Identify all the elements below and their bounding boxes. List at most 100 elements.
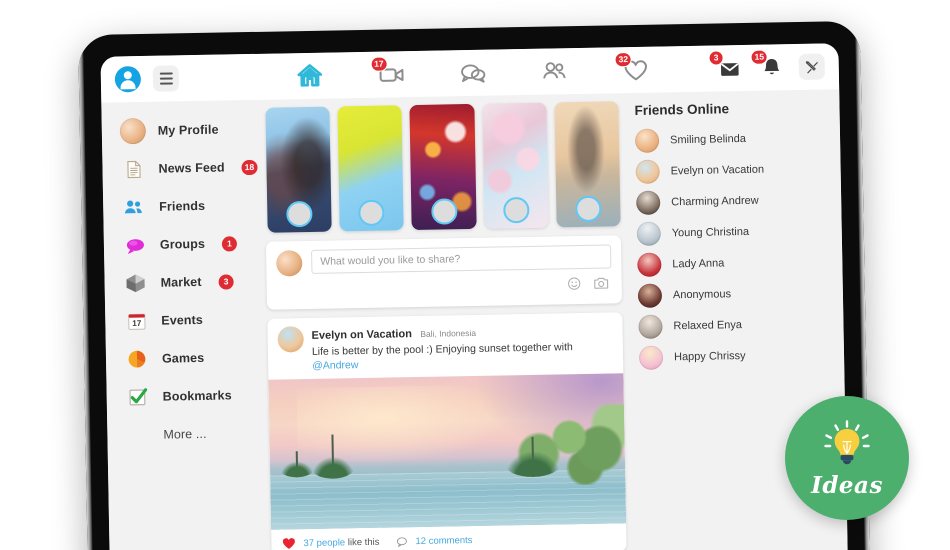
nav-messages-button[interactable] xyxy=(458,58,489,89)
friend-list-item[interactable]: Lady Anna xyxy=(637,245,843,280)
sidebar-item-label: Bookmarks xyxy=(162,388,232,404)
likes-suffix: like this xyxy=(347,536,380,549)
post-text: Life is better by the pool :) Enjoying s… xyxy=(311,341,573,358)
nav-friends-button[interactable] xyxy=(539,56,570,87)
video-badge: 17 xyxy=(370,56,388,72)
story-card[interactable] xyxy=(554,101,621,228)
stories-row xyxy=(263,101,621,233)
sidebar-item-more[interactable]: More ... xyxy=(111,414,270,455)
likes-count: 37 xyxy=(303,537,315,549)
sidebar-item-groups[interactable]: Groups 1 xyxy=(108,224,267,265)
chat-bubbles-icon xyxy=(458,58,489,89)
friend-name: Evelyn on Vacation xyxy=(670,163,765,177)
mail-button[interactable]: 3 xyxy=(708,50,746,84)
friend-list-item[interactable]: Charming Andrew xyxy=(636,183,842,218)
sidebar-item-label: Friends xyxy=(159,198,206,214)
friend-name: Young Christina xyxy=(671,225,750,239)
friends-online-title: Friends Online xyxy=(634,101,730,118)
friend-list-item[interactable]: Anonymous xyxy=(637,276,844,311)
friend-list-item[interactable]: Happy Chrissy xyxy=(638,338,845,373)
sidebar-item-market[interactable]: Market 3 xyxy=(108,262,267,303)
more-spacer xyxy=(125,422,151,448)
nav-home-button[interactable] xyxy=(295,61,326,92)
sidebar-item-label: More ... xyxy=(163,426,207,442)
avatar xyxy=(635,159,660,184)
avatar xyxy=(638,345,664,370)
people-blue-icon xyxy=(121,194,147,220)
avatar xyxy=(634,128,660,153)
sidebar-item-friends[interactable]: Friends xyxy=(107,186,266,227)
sidebar-item-games[interactable]: Games xyxy=(110,338,269,379)
friend-list-item[interactable]: Young Christina xyxy=(636,214,843,249)
sidebar-item-bookmarks[interactable]: Bookmarks xyxy=(110,376,269,417)
hamburger-menu-icon[interactable] xyxy=(152,65,180,92)
avatar xyxy=(637,283,663,308)
speech-bubble-icon xyxy=(122,232,148,258)
sidebar-badge-news-feed: 18 xyxy=(241,159,258,175)
tablet-device-frame: 17 32 3 15 My Profile News Feed 18 Frien… xyxy=(78,20,871,550)
screenshot-stage: 17 32 3 15 My Profile News Feed 18 Frien… xyxy=(0,0,950,550)
post-card: Evelyn on Vacation Bali, Indonesia Life … xyxy=(267,312,627,550)
friend-name: Relaxed Enya xyxy=(673,318,743,332)
camera-icon[interactable] xyxy=(593,275,610,295)
post-likes-text: 37 people like this xyxy=(303,537,379,549)
settings-button[interactable] xyxy=(798,53,826,80)
story-card[interactable] xyxy=(265,106,332,233)
tablet-screen: 17 32 3 15 My Profile News Feed 18 Frien… xyxy=(100,43,849,550)
post-comments-link[interactable]: 12 comments xyxy=(415,535,472,547)
ideas-badge[interactable]: Ideas xyxy=(785,396,909,520)
sidebar-item-news-feed[interactable]: News Feed 18 xyxy=(106,148,265,189)
story-card[interactable] xyxy=(337,105,405,232)
ideas-label: Ideas xyxy=(811,472,883,499)
sidebar-item-my-profile[interactable]: My Profile xyxy=(105,110,264,151)
pie-chart-icon xyxy=(124,346,150,372)
box-icon xyxy=(122,270,148,296)
svg-text:17: 17 xyxy=(132,318,142,327)
sidebar-item-label: News Feed xyxy=(158,160,225,176)
post-text-wrapper: Life is better by the pool :) Enjoying s… xyxy=(312,340,613,373)
story-card[interactable] xyxy=(409,103,477,231)
nav-likes-button[interactable]: 32 xyxy=(614,52,652,86)
avatar xyxy=(637,252,662,277)
checkbox-icon xyxy=(124,384,150,410)
heart-icon[interactable] xyxy=(281,537,296,550)
composer-avatar xyxy=(276,250,303,277)
friend-list-item[interactable]: Smiling Belinda xyxy=(634,121,841,156)
sidebar-navigation: My Profile News Feed 18 Friends Groups 1… xyxy=(101,100,272,550)
friend-list-item[interactable]: Evelyn on Vacation xyxy=(635,152,841,187)
profile-photo-icon xyxy=(119,117,147,145)
sidebar-item-label: My Profile xyxy=(157,122,219,138)
home-icon xyxy=(295,61,326,92)
sidebar-badge-groups: 1 xyxy=(221,235,238,252)
sidebar-item-label: Market xyxy=(160,274,202,290)
post-mention[interactable]: @Andrew xyxy=(312,359,358,372)
friend-name: Smiling Belinda xyxy=(669,132,747,146)
people-icon xyxy=(539,56,570,87)
document-icon xyxy=(120,156,146,182)
post-composer-card xyxy=(265,235,623,310)
avatar xyxy=(636,190,661,215)
calendar-icon: 17 xyxy=(123,308,149,334)
sidebar-badge-market: 3 xyxy=(218,273,234,290)
likes-people: people xyxy=(316,537,346,549)
notifications-button[interactable]: 15 xyxy=(750,49,788,83)
smiley-icon[interactable] xyxy=(567,276,582,296)
comment-bubble-icon[interactable] xyxy=(395,535,408,548)
story-card[interactable] xyxy=(482,102,549,229)
nav-video-button[interactable]: 17 xyxy=(370,56,407,90)
post-photo[interactable] xyxy=(268,373,627,530)
friend-name: Charming Andrew xyxy=(671,194,759,208)
feed-column: Evelyn on Vacation Bali, Indonesia Life … xyxy=(263,93,627,550)
friend-list-item[interactable]: Relaxed Enya xyxy=(638,307,844,342)
friend-name: Lady Anna xyxy=(672,256,725,270)
post-location: Bali, Indonesia xyxy=(420,327,477,339)
friend-name: Happy Chrissy xyxy=(673,349,746,363)
avatar xyxy=(638,314,663,339)
app-content: My Profile News Feed 18 Friends Groups 1… xyxy=(101,89,849,550)
topbar-nav-group: 17 32 xyxy=(276,46,669,99)
sidebar-item-events[interactable]: 17 Events xyxy=(109,300,268,341)
sidebar-item-label: Games xyxy=(161,350,205,366)
user-avatar-icon[interactable] xyxy=(114,66,142,93)
share-input[interactable] xyxy=(311,244,612,274)
topbar-left-group xyxy=(114,65,180,93)
